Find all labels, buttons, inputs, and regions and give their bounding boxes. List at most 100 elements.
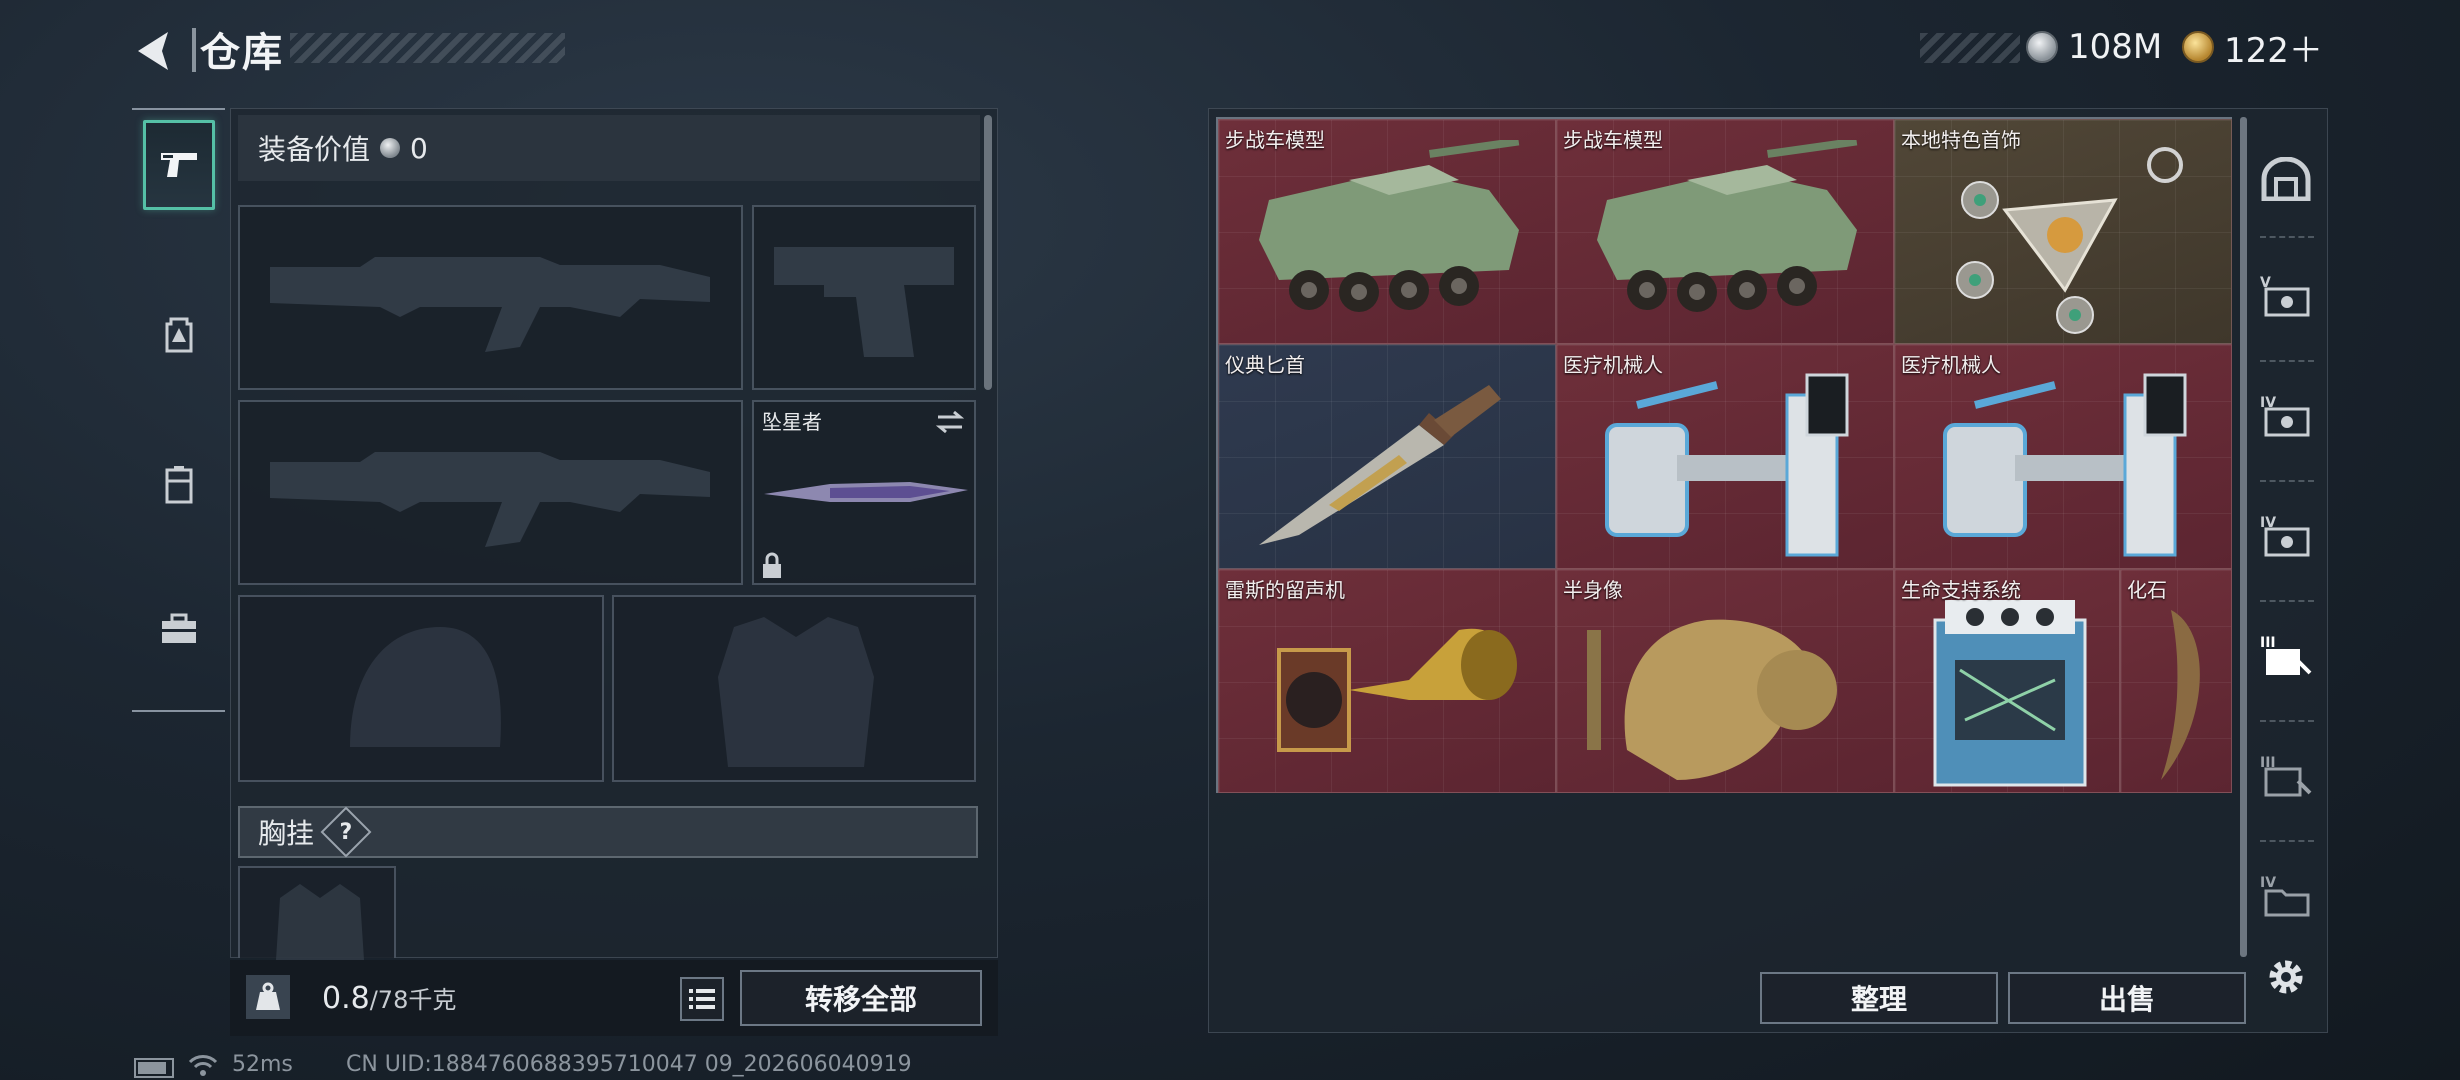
locker-icon (165, 466, 193, 504)
storage-item[interactable]: 生命支持系统 (1894, 569, 2120, 793)
item-name: 本地特色首饰 (1901, 128, 2021, 152)
case-iii-icon: III (2260, 755, 2312, 797)
helmet-slot[interactable] (238, 595, 604, 782)
helmet-tab-icon (2261, 157, 2311, 201)
weight-current: 0.8 (322, 981, 370, 1016)
back-arrow-icon (138, 32, 168, 70)
loadout-scrollbar[interactable] (984, 115, 992, 390)
gear-value-header: 装备价值 0 (238, 115, 980, 181)
backpack-icon (165, 317, 193, 353)
silver-coin-icon (2026, 31, 2058, 63)
item-name: 医疗机械人 (1901, 353, 2001, 377)
list-view-button[interactable] (680, 977, 724, 1021)
gear-value-label: 装备价值 (258, 133, 371, 166)
ceremonial-dagger-icon (1259, 385, 1501, 545)
tab-case-iii[interactable]: III (2254, 618, 2318, 692)
rail-tab-toolbox[interactable] (143, 584, 215, 674)
gold-coin-icon (2182, 31, 2214, 63)
tab-separator (2260, 480, 2314, 482)
page-title: 仓库 (200, 30, 284, 76)
tab-container-main[interactable] (2254, 142, 2318, 216)
settings-button[interactable] (2254, 940, 2318, 1014)
rail-bottom-line (132, 710, 225, 712)
medical-robot-icon (1943, 373, 2187, 557)
back-button[interactable] (128, 24, 182, 78)
sell-button[interactable]: 出售 (2008, 972, 2246, 1024)
item-name: 化石 (2127, 578, 2167, 602)
ping-readout: 52ms (232, 1052, 293, 1077)
tab-separator (2260, 236, 2314, 238)
storage-scrollbar[interactable] (2240, 117, 2247, 957)
swap-icon[interactable] (934, 408, 966, 436)
weight-icon (246, 975, 290, 1019)
medical-robot-icon (1605, 373, 1849, 557)
rail-tab-weapons[interactable] (143, 120, 215, 210)
storage-item[interactable]: 化石 (2120, 569, 2232, 793)
storage-item[interactable]: 半身像 (1556, 569, 1894, 793)
gear-icon (2269, 960, 2303, 994)
primary-weapon-slot[interactable] (238, 205, 743, 390)
chest-rig-header: 胸挂 ? (238, 806, 978, 858)
tab-separator (2260, 840, 2314, 842)
storage-item[interactable]: 步战车模型 (1556, 119, 1894, 344)
storage-item[interactable]: 本地特色首饰 (1894, 119, 2232, 344)
item-name: 医疗机械人 (1563, 353, 1663, 377)
title-divider (192, 28, 196, 72)
case-iii-icon: III (2260, 635, 2312, 675)
silver-amount: 108M (2068, 27, 2163, 67)
wifi-icon (188, 1055, 218, 1076)
knife-icon (764, 482, 968, 502)
fossil-claw-icon (2161, 610, 2200, 780)
transfer-all-button[interactable]: 转移全部 (740, 970, 982, 1026)
storage-item[interactable]: 医疗机械人 (1894, 344, 2232, 569)
chest-rig-silhouette-icon (276, 884, 364, 960)
item-name: 步战车模型 (1563, 128, 1663, 152)
lock-icon (763, 552, 781, 578)
armor-slot[interactable] (612, 595, 976, 782)
item-name: 生命支持系统 (1901, 578, 2021, 602)
help-icon[interactable]: ? (320, 806, 372, 858)
helmet-silhouette-icon (350, 627, 501, 747)
pistol-icon (161, 153, 197, 177)
storage-item[interactable]: 步战车模型 (1218, 119, 1556, 344)
tab-separator (2260, 600, 2314, 602)
gramophone-icon (1277, 628, 1517, 752)
currency-silver: 108M (2026, 24, 2162, 70)
tab-case-iv[interactable]: IV (2254, 378, 2318, 452)
life-support-icon (1933, 600, 2087, 787)
storage-item[interactable]: 雷斯的留声机 (1218, 569, 1556, 793)
tab-case-iii-2[interactable]: III (2254, 738, 2318, 812)
toolbox-icon (162, 613, 196, 643)
item-name: 步战车模型 (1225, 128, 1325, 152)
bust-icon (1587, 619, 1837, 780)
tab-case-iv-folder[interactable]: IV (2254, 858, 2318, 932)
ifv-model-icon (1259, 140, 1520, 312)
case-iv-icon: IV (2260, 515, 2310, 557)
sidearm-slot[interactable] (752, 205, 976, 390)
tab-separator (2260, 360, 2314, 362)
tab-separator (2260, 720, 2314, 722)
tab-case-v[interactable]: V (2254, 258, 2318, 332)
currency-decoration (1920, 33, 2020, 63)
sort-button[interactable]: 整理 (1760, 972, 1998, 1024)
silver-coin-icon (380, 138, 401, 158)
svg-text:III: III (2260, 635, 2276, 651)
list-icon (689, 989, 715, 1009)
chest-rig-slot[interactable] (238, 866, 396, 960)
rail-tab-backpack[interactable] (143, 290, 215, 380)
pistol-silhouette-icon (774, 247, 954, 357)
uid-readout: CN UID:1884760688395710047 09_2026060409… (346, 1052, 912, 1077)
storage-item[interactable]: 仪典匕首 (1218, 344, 1556, 569)
case-iv-folder-icon: IV (2260, 875, 2310, 917)
weight-max: /78千克 (369, 986, 457, 1014)
armor-silhouette-icon (718, 617, 874, 767)
case-v-icon: V (2260, 275, 2310, 317)
storage-item[interactable]: 医疗机械人 (1556, 344, 1894, 569)
battery-icon (134, 1058, 174, 1078)
tab-case-iv-2[interactable]: IV (2254, 498, 2318, 572)
melee-slot[interactable]: 坠星者 (752, 400, 976, 585)
rail-tab-locker[interactable] (143, 440, 215, 530)
item-name: 仪典匕首 (1225, 353, 1305, 377)
item-name: 雷斯的留声机 (1225, 578, 1345, 602)
secondary-weapon-slot[interactable] (238, 400, 743, 585)
